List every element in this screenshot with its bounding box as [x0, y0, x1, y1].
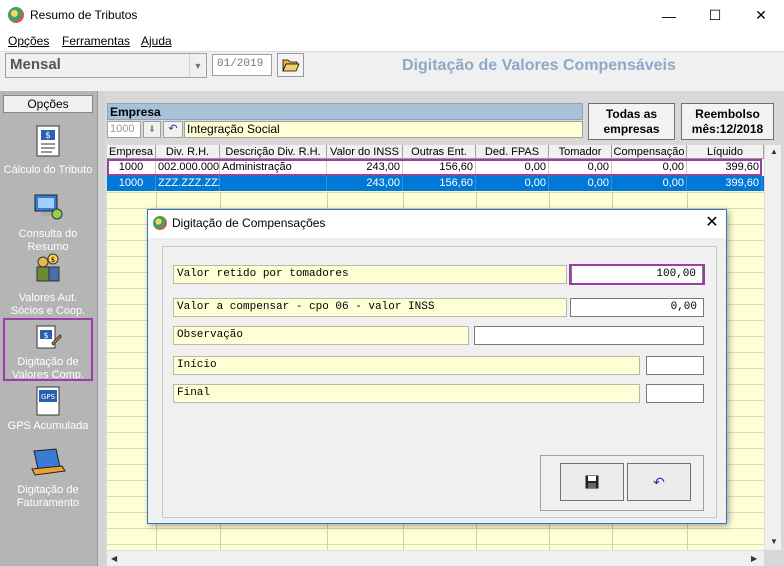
empresa-code-input[interactable]: 1000 — [107, 121, 141, 138]
sidebar-item-faturamento[interactable]: Digitação de Faturamento — [3, 484, 93, 510]
grid-header: Empresa Div. R.H. Descrição Div. R.H. Va… — [107, 145, 764, 159]
calculator-document-icon: $ — [33, 125, 63, 157]
menu-opcoes[interactable]: Opções — [8, 34, 49, 48]
window-title: Resumo de Tributos — [30, 8, 138, 22]
reembolso-button[interactable]: Reembolso mês:12/2018 — [681, 103, 774, 140]
svg-text:$: $ — [45, 131, 51, 141]
sidebar-splitter[interactable] — [97, 91, 105, 566]
inicio-label: Início — [173, 356, 640, 375]
cell-div-rh: ZZZ.ZZZ.ZZZ — [158, 176, 220, 191]
valor-compensar-label: Valor a compensar - cpo 06 - valor INSS — [173, 298, 567, 317]
sidebar-item-valores-aut[interactable]: Valores Aut. Sócios e Coop. — [3, 292, 93, 318]
cell-outras-ent: 156,60 — [403, 176, 476, 191]
final-label: Final — [173, 384, 640, 403]
empresa-name-field: Integração Social — [184, 121, 583, 138]
dialog-close-button[interactable]: ✕ — [700, 212, 724, 234]
dialog-app-icon — [153, 216, 167, 230]
col-ded-fpas[interactable]: Ded. FPAS — [476, 145, 549, 159]
menu-ferramentas[interactable]: Ferramentas — [62, 34, 130, 48]
floppy-disk-icon — [585, 475, 599, 489]
open-folder-button[interactable] — [277, 53, 304, 77]
folder-open-icon — [281, 59, 300, 72]
row-selection-highlight — [107, 159, 762, 176]
horizontal-scrollbar[interactable]: ◀ ▶ — [107, 550, 764, 566]
maximize-button[interactable]: ☐ — [692, 0, 738, 31]
gps-document-icon: GPS — [33, 386, 63, 416]
cell-valor-inss: 243,00 — [327, 176, 403, 191]
col-liquido[interactable]: Líquido — [687, 145, 764, 159]
cell-tomador: 0,00 — [549, 176, 612, 191]
col-tomador[interactable]: Tomador — [549, 145, 612, 159]
col-empresa[interactable]: Empresa — [107, 145, 156, 159]
page-title: Digitação de Valores Compensáveis — [402, 57, 676, 74]
scroll-up-icon[interactable]: ▲ — [770, 147, 778, 156]
cell-compensacao: 0,00 — [612, 176, 687, 191]
empresa-label: Empresa — [107, 103, 583, 120]
sidebar-header[interactable]: Opções — [3, 95, 93, 113]
sidebar-item-consulta[interactable]: Consulta do Resumo — [3, 228, 93, 254]
cell-ded-fpas: 0,00 — [476, 176, 549, 191]
inicio-input[interactable] — [646, 356, 704, 375]
date-input[interactable]: 01/2019 — [212, 54, 272, 76]
chevron-down-icon[interactable]: ▼ — [189, 54, 206, 77]
vertical-scrollbar[interactable]: ▲ ▼ — [764, 145, 781, 550]
close-button[interactable]: ✕ — [738, 0, 784, 31]
minimize-button[interactable]: — — [646, 0, 692, 31]
table-row[interactable]: 1000 ZZZ.ZZZ.ZZZ 243,00 156,60 0,00 0,00… — [107, 176, 764, 191]
scroll-down-icon[interactable]: ▼ — [770, 537, 778, 546]
todas-empresas-button[interactable]: Todas as empresas — [588, 103, 675, 140]
observacao-label: Observação — [173, 326, 469, 345]
sidebar-item-gps[interactable]: GPS Acumulada — [3, 420, 93, 433]
scroll-right-icon[interactable]: ▶ — [751, 554, 757, 563]
sidebar-item-calculo[interactable]: Cálculo do Tributo — [3, 164, 93, 177]
sidebar-selection-highlight — [3, 318, 93, 381]
menu-ajuda[interactable]: Ajuda — [141, 34, 172, 48]
col-outras-ent[interactable]: Outras Ent. — [403, 145, 476, 159]
col-compensacao[interactable]: Compensação — [612, 145, 687, 159]
people-money-icon: $ — [33, 253, 63, 284]
scroll-left-icon[interactable]: ◀ — [111, 554, 117, 563]
valor-compensar-input[interactable]: 0,00 — [570, 298, 704, 317]
svg-text:$: $ — [51, 256, 55, 264]
dialog-title: Digitação de Compensações — [172, 216, 326, 230]
save-button[interactable] — [560, 463, 624, 501]
valor-retido-highlight — [569, 264, 705, 285]
col-descricao[interactable]: Descrição Div. R.H. — [220, 145, 327, 159]
undo-icon: ↶ — [653, 473, 665, 490]
empresa-lookup-button[interactable]: ⬇ — [143, 121, 161, 138]
observacao-input[interactable] — [474, 326, 704, 345]
undo-button[interactable]: ↶ — [627, 463, 691, 501]
cell-liquido: 399,60 — [687, 176, 762, 191]
svg-text:GPS: GPS — [41, 393, 56, 401]
computer-icon — [33, 192, 63, 222]
empresa-undo-button[interactable]: ↶ — [163, 121, 183, 138]
col-valor-inss[interactable]: Valor do INSS — [327, 145, 403, 159]
final-input[interactable] — [646, 384, 704, 403]
valor-retido-label: Valor retido por tomadores — [173, 265, 567, 284]
cell-empresa: 1000 — [107, 176, 156, 191]
app-icon — [8, 7, 24, 23]
laptop-icon — [30, 447, 66, 477]
col-div-rh[interactable]: Div. R.H. — [156, 145, 220, 159]
period-value: Mensal — [10, 56, 61, 73]
cell-descricao — [220, 176, 327, 191]
